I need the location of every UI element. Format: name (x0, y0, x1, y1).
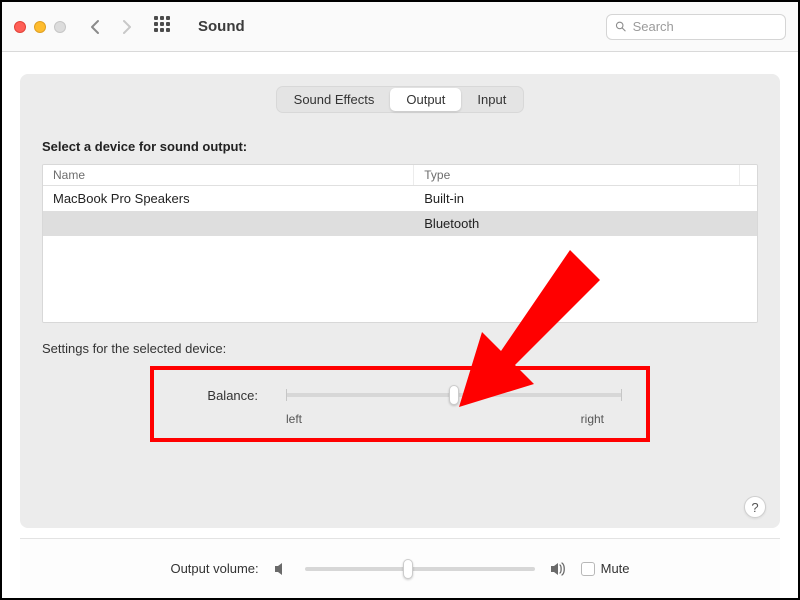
output-device-table: Name Type MacBook Pro Speakers Built-in … (42, 164, 758, 323)
tab-bar: Sound Effects Output Input (20, 86, 780, 113)
mute-checkbox[interactable] (581, 562, 595, 576)
table-row[interactable]: Bluetooth (43, 211, 757, 236)
table-header: Name Type (43, 165, 757, 186)
tab-output[interactable]: Output (390, 88, 461, 111)
device-type: Bluetooth (414, 211, 757, 236)
speaker-low-icon (273, 560, 291, 578)
tab-sound-effects[interactable]: Sound Effects (278, 88, 391, 111)
balance-slider-thumb[interactable] (449, 385, 459, 405)
back-button[interactable] (84, 14, 106, 40)
column-name[interactable]: Name (43, 165, 414, 185)
mute-control[interactable]: Mute (581, 561, 630, 576)
speaker-high-icon (549, 560, 567, 578)
table-body: MacBook Pro Speakers Built-in Bluetooth (43, 186, 757, 322)
device-name: MacBook Pro Speakers (43, 186, 414, 211)
output-volume-label: Output volume: (170, 561, 258, 576)
balance-left-label: left (286, 412, 302, 426)
tab-input[interactable]: Input (461, 88, 522, 111)
minimize-window-button[interactable] (34, 21, 46, 33)
device-list-heading: Select a device for sound output: (42, 139, 780, 154)
search-field[interactable] (606, 14, 786, 40)
column-type[interactable]: Type (414, 165, 739, 185)
search-icon (615, 20, 627, 33)
forward-button[interactable] (116, 14, 138, 40)
mute-label: Mute (601, 561, 630, 576)
table-row[interactable]: MacBook Pro Speakers Built-in (43, 186, 757, 211)
output-volume-slider[interactable] (305, 560, 535, 578)
window-title: Sound (198, 18, 245, 35)
segmented-control: Sound Effects Output Input (276, 86, 525, 113)
show-all-prefs-button[interactable] (154, 16, 176, 38)
help-button[interactable]: ? (744, 496, 766, 518)
device-type: Built-in (414, 186, 757, 211)
search-input[interactable] (633, 19, 777, 34)
window-toolbar: Sound (2, 2, 798, 52)
balance-row: Balance: (178, 386, 622, 404)
zoom-window-button[interactable] (54, 21, 66, 33)
balance-highlight-box: Balance: left right (150, 366, 650, 442)
traffic-lights (14, 21, 66, 33)
device-name (43, 211, 414, 236)
balance-endpoint-labels: left right (286, 412, 622, 426)
balance-right-label: right (581, 412, 604, 426)
selected-device-settings-heading: Settings for the selected device: (42, 341, 780, 356)
output-volume-footer: Output volume: Mute (20, 538, 780, 598)
close-window-button[interactable] (14, 21, 26, 33)
volume-slider-thumb[interactable] (403, 559, 413, 579)
balance-slider[interactable] (286, 386, 622, 404)
preferences-panel: Sound Effects Output Input Select a devi… (20, 74, 780, 528)
balance-label: Balance: (178, 388, 258, 403)
